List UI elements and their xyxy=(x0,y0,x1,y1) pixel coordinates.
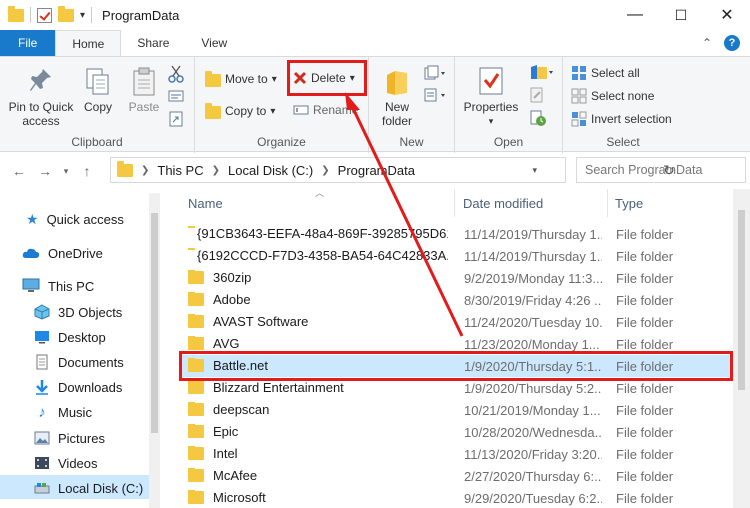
annotation-arrow xyxy=(345,92,464,337)
